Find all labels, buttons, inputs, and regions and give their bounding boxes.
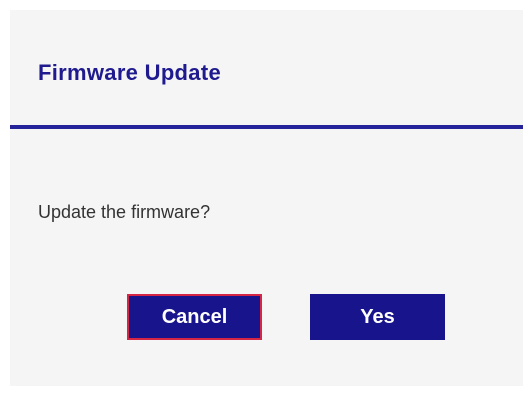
dialog-message: Update the firmware? [38, 202, 211, 222]
yes-button[interactable]: Yes [310, 294, 445, 340]
dialog-title: Firmware Update [38, 60, 221, 85]
cancel-button[interactable]: Cancel [127, 294, 262, 340]
yes-button-label: Yes [360, 305, 395, 328]
firmware-update-dialog: Firmware Update Update the firmware? Can… [10, 10, 523, 386]
title-divider [10, 125, 523, 129]
cancel-button-label: Cancel [161, 305, 228, 328]
